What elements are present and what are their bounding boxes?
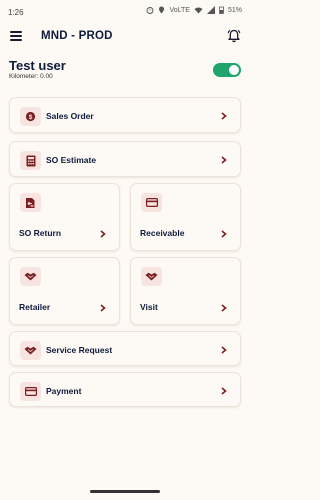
app-title: MND - PROD <box>41 30 113 42</box>
retailer-label: Retailer <box>19 302 51 312</box>
so-estimate-label: SO Estimate <box>46 155 97 165</box>
battery-icon <box>219 6 224 14</box>
chevron-right-icon <box>221 346 227 354</box>
user-header: Test user Kilometer: 0.00 <box>9 58 241 84</box>
wifi-icon <box>194 7 203 14</box>
card-icon <box>20 382 41 401</box>
sales-order-label: Sales Order <box>46 111 94 121</box>
notification-button[interactable] <box>226 28 242 44</box>
so-return-label: SO Return <box>19 228 62 238</box>
payment-card[interactable]: Payment <box>9 372 241 407</box>
service-request-label: Service Request <box>46 345 113 355</box>
handshake-icon <box>141 267 162 286</box>
gesture-navigation-bar[interactable] <box>90 490 160 493</box>
signal-icon <box>206 6 215 14</box>
receivable-label: Receivable <box>140 228 185 238</box>
sales-order-card[interactable]: $ Sales Order <box>9 97 241 133</box>
visit-card[interactable]: Visit <box>130 257 241 325</box>
location-icon <box>159 6 165 14</box>
chevron-right-icon <box>221 387 227 395</box>
chevron-right-icon <box>100 230 106 238</box>
dollar-coin-icon: $ <box>20 107 41 126</box>
chevron-right-icon <box>221 230 227 238</box>
receivable-card[interactable]: Receivable <box>130 183 241 251</box>
battery-percent: 51% <box>227 6 242 14</box>
chevron-right-icon <box>221 156 227 164</box>
toggle-knob <box>229 65 239 75</box>
status-icons: VoLTE 51% <box>146 6 242 14</box>
svg-text:$: $ <box>29 114 33 121</box>
card-icon <box>141 193 162 212</box>
so-estimate-card[interactable]: SO Estimate <box>9 141 241 177</box>
return-document-icon <box>20 193 41 212</box>
service-request-card[interactable]: Service Request <box>9 331 241 366</box>
duty-toggle[interactable] <box>213 63 241 77</box>
app-bar: MND - PROD <box>0 22 250 50</box>
retailer-card[interactable]: Retailer <box>9 257 120 325</box>
bell-ringing-icon <box>227 29 241 43</box>
status-bar: 1:26 VoLTE 51% <box>0 0 250 22</box>
handshake-icon <box>20 341 41 360</box>
so-return-card[interactable]: SO Return <box>9 183 120 251</box>
kilometer-readout: Kilometer: 0.00 <box>9 73 53 80</box>
alarm-icon <box>147 7 154 14</box>
calculator-icon <box>20 151 41 170</box>
status-time: 1:26 <box>8 8 24 17</box>
chevron-right-icon <box>221 304 227 312</box>
user-name: Test user <box>9 58 66 73</box>
chevron-right-icon <box>221 112 227 120</box>
handshake-icon <box>20 267 41 286</box>
visit-label: Visit <box>140 302 158 312</box>
payment-label: Payment <box>46 386 82 396</box>
menu-button[interactable] <box>10 31 22 41</box>
network-label: VoLTE <box>169 6 190 14</box>
hamburger-icon <box>10 31 22 41</box>
chevron-right-icon <box>100 304 106 312</box>
